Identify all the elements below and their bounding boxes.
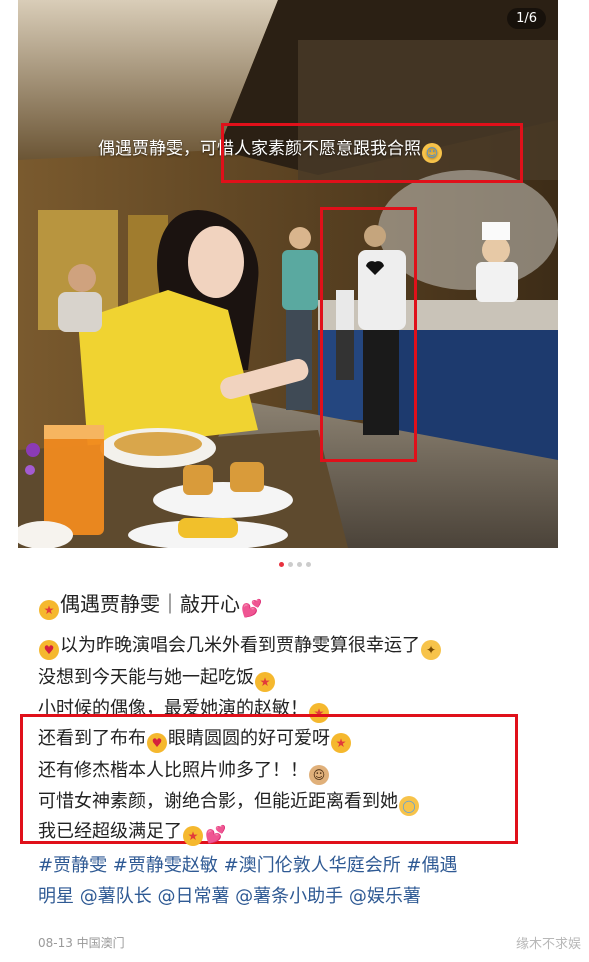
- post-line-text: 我已经超级满足了: [38, 821, 182, 842]
- post-photo[interactable]: 1/6 偶遇贾静雯，可惜人家素颜不愿意跟我合照 ☺: [18, 0, 558, 548]
- post-date-location: 08-13 中国澳门: [38, 936, 125, 950]
- star-struck-emoji-icon: ★: [39, 600, 59, 620]
- post-line-text: 以为昨晚演唱会几米外看到贾静雯算很幸运了: [60, 635, 420, 656]
- post-line-5: 还有修杰楷本人比照片帅多了！！ ☺: [38, 756, 330, 785]
- highlight-box-people: [320, 207, 417, 462]
- highlight-box-caption: [221, 123, 523, 183]
- two-hearts-emoji-icon: 💕: [205, 825, 227, 845]
- post-title-text: 偶遇贾静雯｜敲开心: [60, 592, 240, 616]
- heart-eyes-emoji-icon: ♥: [39, 640, 59, 660]
- post-line-text: 没想到今天能与她一起吃饭: [38, 667, 254, 688]
- post-title: ★ 偶遇贾静雯｜敲开心💕: [38, 588, 262, 620]
- carousel-indicator[interactable]: [0, 562, 589, 567]
- carousel-dot-2[interactable]: [287, 562, 293, 567]
- star-struck-emoji-icon: ★: [255, 672, 275, 692]
- post-line-7: 我已经超级满足了 ★ 💕: [38, 817, 226, 846]
- two-hearts-emoji-icon: 💕: [241, 599, 263, 619]
- carousel-dot-4[interactable]: [305, 562, 311, 567]
- post-line-text-2: 眼睛圆圆的好可爱呀: [168, 728, 330, 749]
- heart-eyes-emoji-icon: ♥: [147, 733, 167, 753]
- halo-smile-emoji-icon: ◯: [399, 796, 419, 816]
- post-line-1: ♥ 以为昨晚演唱会几米外看到贾静雯算很幸运了 ✦: [38, 631, 442, 660]
- hashtag-line-1[interactable]: #贾静雯 #贾静雯赵敏 #澳门伦敦人华庭会所 #偶遇: [38, 851, 458, 877]
- hashtag-line-2[interactable]: 明星 @薯队长 @日常薯 @薯条小助手 @娱乐薯: [38, 882, 421, 908]
- party-face-emoji-icon: ✦: [421, 640, 441, 660]
- carousel-dot-3[interactable]: [296, 562, 302, 567]
- man-emoji-icon: ☺: [309, 765, 329, 785]
- image-counter: 1/6: [507, 8, 546, 29]
- restaurant-photo: [18, 0, 558, 548]
- carousel-dot-1[interactable]: [278, 562, 284, 567]
- post-line-text: 可惜女神素颜，谢绝合影，但能近距离看到她: [38, 791, 398, 812]
- post-line-text: 还看到了布布: [38, 728, 146, 749]
- star-struck-emoji-icon: ★: [183, 826, 203, 846]
- post-line-4: 还看到了布布 ♥ 眼睛圆圆的好可爱呀 ★: [38, 724, 352, 753]
- post-line-text: 还有修杰楷本人比照片帅多了！！: [38, 760, 308, 781]
- star-struck-emoji-icon: ★: [331, 733, 351, 753]
- watermark: 缘木不求娱: [515, 937, 581, 952]
- post-line-6: 可惜女神素颜，谢绝合影，但能近距离看到她 ◯: [38, 787, 420, 816]
- post-line-2: 没想到今天能与她一起吃饭 ★: [38, 663, 276, 692]
